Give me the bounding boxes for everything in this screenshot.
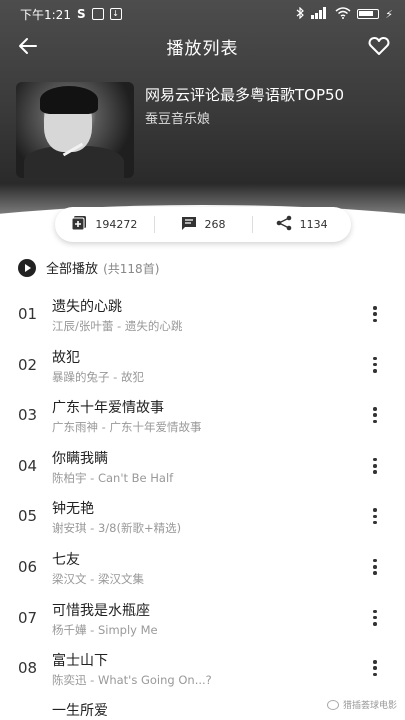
track-artist-album: 杨千嬅 - Simply Me	[52, 622, 158, 637]
track-number: 01	[18, 305, 38, 323]
track-artist-album: 广东雨神 - 广东十年爱情故事	[52, 420, 202, 435]
share-button[interactable]: 1134	[252, 207, 351, 242]
comments-button[interactable]: 268	[153, 207, 253, 242]
wifi-icon	[335, 6, 351, 22]
track-artist-album: 梁汉文 - 梁汉文集	[52, 571, 144, 586]
add-to-collection-icon	[71, 215, 87, 234]
track-artist-album: 暴躁的兔子 - 故犯	[52, 369, 144, 384]
track-row[interactable]: 02 故犯 暴躁的兔子 - 故犯	[0, 338, 405, 389]
track-name: 广东十年爱情故事	[52, 400, 164, 417]
watermark-text: 猎插荟球电影	[342, 701, 397, 711]
more-options-icon[interactable]	[373, 508, 377, 525]
track-number: 07	[18, 608, 38, 627]
track-name: 可惜我是水瓶座	[52, 602, 150, 619]
back-arrow-icon[interactable]	[16, 34, 40, 58]
more-options-icon[interactable]	[373, 306, 377, 322]
track-name: 钟无艳	[52, 501, 94, 518]
status-time: 下午1:21	[20, 7, 71, 22]
track-row[interactable]: 06 七友 梁汉文 - 梁汉文集	[0, 540, 405, 591]
track-row[interactable]: 04 你瞒我瞒 陈柏宇 - Can't Be Half	[0, 439, 405, 490]
track-artist-album: 江辰/张叶蕾 - 遗失的心跳	[52, 319, 183, 333]
track-number: 02	[18, 355, 38, 374]
track-row[interactable]: 08 富士山下 陈奕迅 - What's Going On...?	[0, 641, 405, 692]
more-options-icon[interactable]	[373, 558, 377, 575]
more-options-icon[interactable]	[373, 609, 377, 626]
collect-count: 194272	[95, 218, 138, 231]
track-name: 富士山下	[52, 653, 108, 670]
play-icon	[18, 258, 36, 277]
comments-count: 268	[204, 218, 226, 231]
battery-icon	[357, 9, 380, 19]
track-list: 01 遗失的心跳 江辰/张叶蕾 - 遗失的心跳 02 故犯 暴躁的兔子 - 故犯…	[0, 287, 405, 692]
more-options-icon[interactable]	[373, 660, 377, 677]
more-options-icon[interactable]	[373, 457, 377, 474]
image-notification-icon	[91, 8, 104, 20]
more-options-icon[interactable]	[373, 356, 377, 373]
play-all-label: 全部播放	[46, 262, 99, 277]
more-options-icon[interactable]	[373, 407, 377, 424]
playlist-cover-image[interactable]	[16, 82, 134, 178]
track-artist-album: 陈奕迅 - What's Going On...?	[52, 673, 212, 688]
share-count: 1134	[299, 218, 328, 231]
comment-icon	[181, 215, 197, 234]
track-name-partial[interactable]: 一生所爱	[52, 700, 108, 720]
track-number: 06	[18, 557, 38, 576]
track-name: 七友	[52, 551, 80, 568]
bluetooth-icon	[295, 6, 305, 22]
track-row[interactable]: 07 可惜我是水瓶座 杨千嬅 - Simply Me	[0, 591, 405, 642]
track-row[interactable]: 01 遗失的心跳 江辰/张叶蕾 - 遗失的心跳	[0, 287, 405, 338]
page-title: 播放列表	[166, 38, 239, 59]
charging-icon: ⚡	[385, 7, 393, 21]
playlist-owner[interactable]: 蚕豆音乐娘	[145, 108, 210, 127]
track-number: 04	[18, 456, 38, 475]
playlist-title: 网易云评论最多粤语歌TOP50	[145, 86, 345, 104]
play-all-count: (共118首)	[103, 262, 160, 276]
track-name: 遗失的心跳	[52, 299, 122, 315]
track-number: 03	[18, 406, 38, 425]
watermark: 猎插荟球电影	[326, 698, 397, 711]
download-icon: ↓	[109, 8, 122, 20]
track-number: 08	[18, 659, 38, 678]
track-name: 故犯	[52, 349, 80, 366]
track-row[interactable]: 05 钟无艳 谢安琪 - 3/8(新歌+精选)	[0, 489, 405, 540]
watermark-logo-icon	[326, 699, 339, 710]
track-artist-album: 陈柏宇 - Can't Be Half	[52, 470, 174, 485]
track-name: 你瞒我瞒	[52, 450, 108, 467]
favorite-heart-icon[interactable]	[367, 34, 391, 58]
track-number: 05	[18, 507, 38, 526]
signal-icon	[311, 6, 329, 22]
play-all-button[interactable]: 全部播放 (共118首)	[18, 258, 159, 277]
share-icon	[276, 215, 292, 234]
s-icon: S	[76, 7, 86, 21]
stats-bar: 194272 268 1134	[55, 207, 351, 242]
collect-button[interactable]: 194272	[55, 207, 154, 242]
track-artist-album: 谢安琪 - 3/8(新歌+精选)	[52, 521, 182, 536]
status-bar: 下午1:21 S ↓ ⚡	[0, 0, 405, 28]
top-bar: 播放列表	[0, 30, 405, 62]
track-row[interactable]: 03 广东十年爱情故事 广东雨神 - 广东十年爱情故事	[0, 388, 405, 439]
